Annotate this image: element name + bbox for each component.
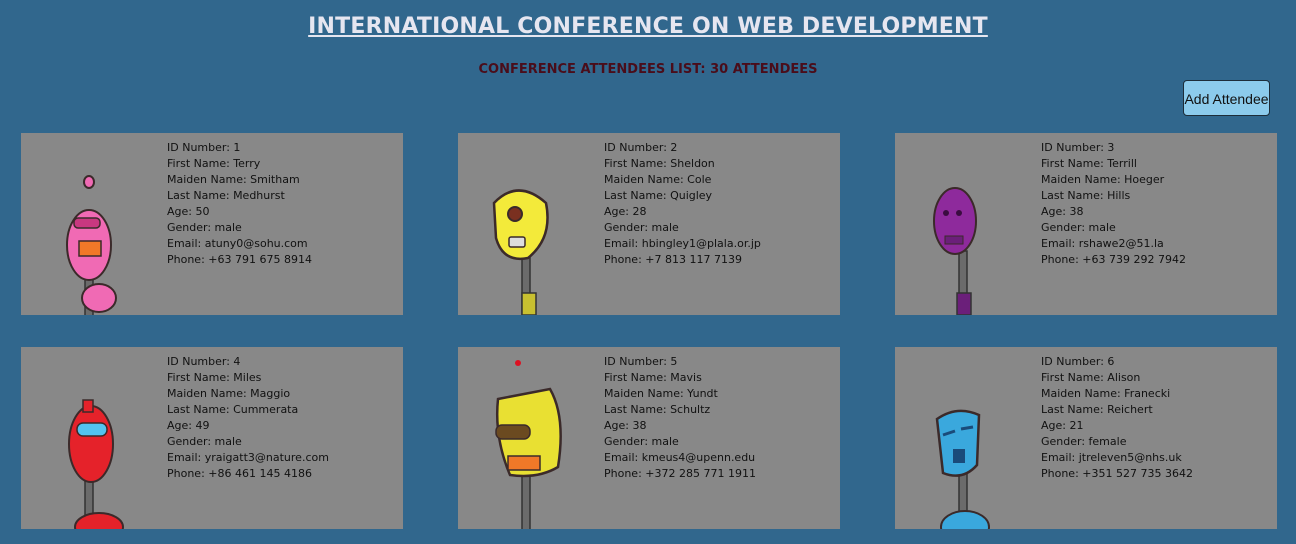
attendee-card[interactable]: ID Number: 3 First Name: Terrill Maiden Na… (895, 133, 1277, 315)
attendee-first-line: First Name: Miles (167, 371, 262, 384)
attendee-age-line: Age: 38 (604, 419, 647, 432)
yellow-robot-icon (492, 189, 549, 315)
attendee-maiden-line: Maiden Name: Franecki (1041, 387, 1171, 400)
attendee-card[interactable]: ID Number: 6 First Name: Alison Maiden Nam… (895, 347, 1277, 529)
attendee-phone-line: Phone: +86 461 145 4186 (167, 467, 312, 480)
attendee-age-line: Age: 28 (604, 205, 647, 218)
attendee-age-line: Age: 50 (167, 205, 210, 218)
attendee-gender-line: Gender: female (1041, 435, 1127, 448)
page-title: INTERNATIONAL CONFERENCE ON WEB DEVELOPM… (308, 14, 988, 39)
attendee-maiden-line: Maiden Name: Maggio (167, 387, 291, 400)
attendee-details: ID Number: 5 First Name: Mavis Maiden Name… (604, 354, 756, 482)
yellow-antenna-robot-icon (495, 360, 562, 529)
attendee-details: ID Number: 3 First Name: Terrill Maiden Na… (1041, 140, 1186, 268)
attendee-email-line: Email: jtreleven5@nhs.uk (1041, 451, 1182, 464)
attendee-gender-line: Gender: male (604, 435, 679, 448)
attendee-last-line: Last Name: Medhurst (167, 189, 285, 202)
attendee-details: ID Number: 2 First Name: Sheldon Maiden Na… (604, 140, 761, 268)
purple-robot-icon (933, 187, 977, 315)
attendee-gender-line: Gender: male (1041, 221, 1116, 234)
attendee-id-line: ID Number: 1 (167, 141, 241, 154)
attendee-maiden-line: Maiden Name: Cole (604, 173, 712, 186)
attendee-last-line: Last Name: Cummerata (167, 403, 299, 416)
attendee-details: ID Number: 1 First Name: Terry Maiden Name… (167, 140, 312, 268)
attendee-phone-line: Phone: +7 813 117 7139 (604, 253, 742, 266)
attendee-gender-line: Gender: male (167, 435, 242, 448)
attendee-email-line: Email: atuny0@sohu.com (167, 237, 308, 250)
attendee-maiden-line: Maiden Name: Hoeger (1041, 173, 1165, 186)
attendee-first-line: First Name: Mavis (604, 371, 702, 384)
attendee-id-line: ID Number: 2 (604, 141, 678, 154)
attendee-phone-line: Phone: +63 791 675 8914 (167, 253, 312, 266)
attendee-details: ID Number: 4 First Name: Miles Maiden Name… (167, 354, 329, 482)
attendee-card[interactable]: ID Number: 1 First Name: Terry Maiden Name… (21, 133, 403, 315)
attendee-age-line: Age: 49 (167, 419, 210, 432)
attendee-first-line: First Name: Terry (167, 157, 261, 170)
attendee-email-line: Email: yraigatt3@nature.com (167, 451, 329, 464)
attendee-card[interactable]: ID Number: 4 First Name: Miles Maiden Name… (21, 347, 403, 529)
attendee-gender-line: Gender: male (604, 221, 679, 234)
add-attendee-button[interactable]: Add Attendee (1183, 80, 1270, 116)
attendee-count-heading: CONFERENCE ATTENDEES LIST: 30 ATTENDEES (478, 62, 818, 77)
attendee-maiden-line: Maiden Name: Smitham (167, 173, 300, 186)
attendee-details: ID Number: 6 First Name: Alison Maiden Nam… (1041, 354, 1193, 482)
attendee-phone-line: Phone: +63 739 292 7942 (1041, 253, 1186, 266)
attendee-email-line: Email: hbingley1@plala.or.jp (604, 237, 761, 250)
attendee-email-line: Email: kmeus4@upenn.edu (604, 451, 756, 464)
attendee-last-line: Last Name: Quigley (604, 189, 713, 202)
blue-robot-icon (935, 409, 990, 529)
attendee-email-line: Email: rshawe2@51.la (1041, 237, 1164, 250)
red-robot-icon (68, 399, 124, 529)
attendee-first-line: First Name: Sheldon (604, 157, 715, 170)
attendee-phone-line: Phone: +351 527 735 3642 (1041, 467, 1193, 480)
attendee-gender-line: Gender: male (167, 221, 242, 234)
attendee-last-line: Last Name: Hills (1041, 189, 1131, 202)
attendee-last-line: Last Name: Schultz (604, 403, 711, 416)
pink-robot-icon (66, 175, 117, 315)
attendee-id-line: ID Number: 4 (167, 355, 241, 368)
attendee-id-line: ID Number: 6 (1041, 355, 1115, 368)
attendee-phone-line: Phone: +372 285 771 1911 (604, 467, 756, 480)
attendee-maiden-line: Maiden Name: Yundt (604, 387, 718, 400)
attendee-id-line: ID Number: 5 (604, 355, 678, 368)
attendee-card[interactable]: ID Number: 2 First Name: Sheldon Maiden Na… (458, 133, 840, 315)
attendee-age-line: Age: 38 (1041, 205, 1084, 218)
attendee-age-line: Age: 21 (1041, 419, 1084, 432)
attendee-id-line: ID Number: 3 (1041, 141, 1115, 154)
attendee-first-line: First Name: Terrill (1041, 157, 1137, 170)
attendee-card[interactable]: ID Number: 5 First Name: Mavis Maiden Name… (458, 347, 840, 529)
attendee-first-line: First Name: Alison (1041, 371, 1141, 384)
attendee-last-line: Last Name: Reichert (1041, 403, 1153, 416)
